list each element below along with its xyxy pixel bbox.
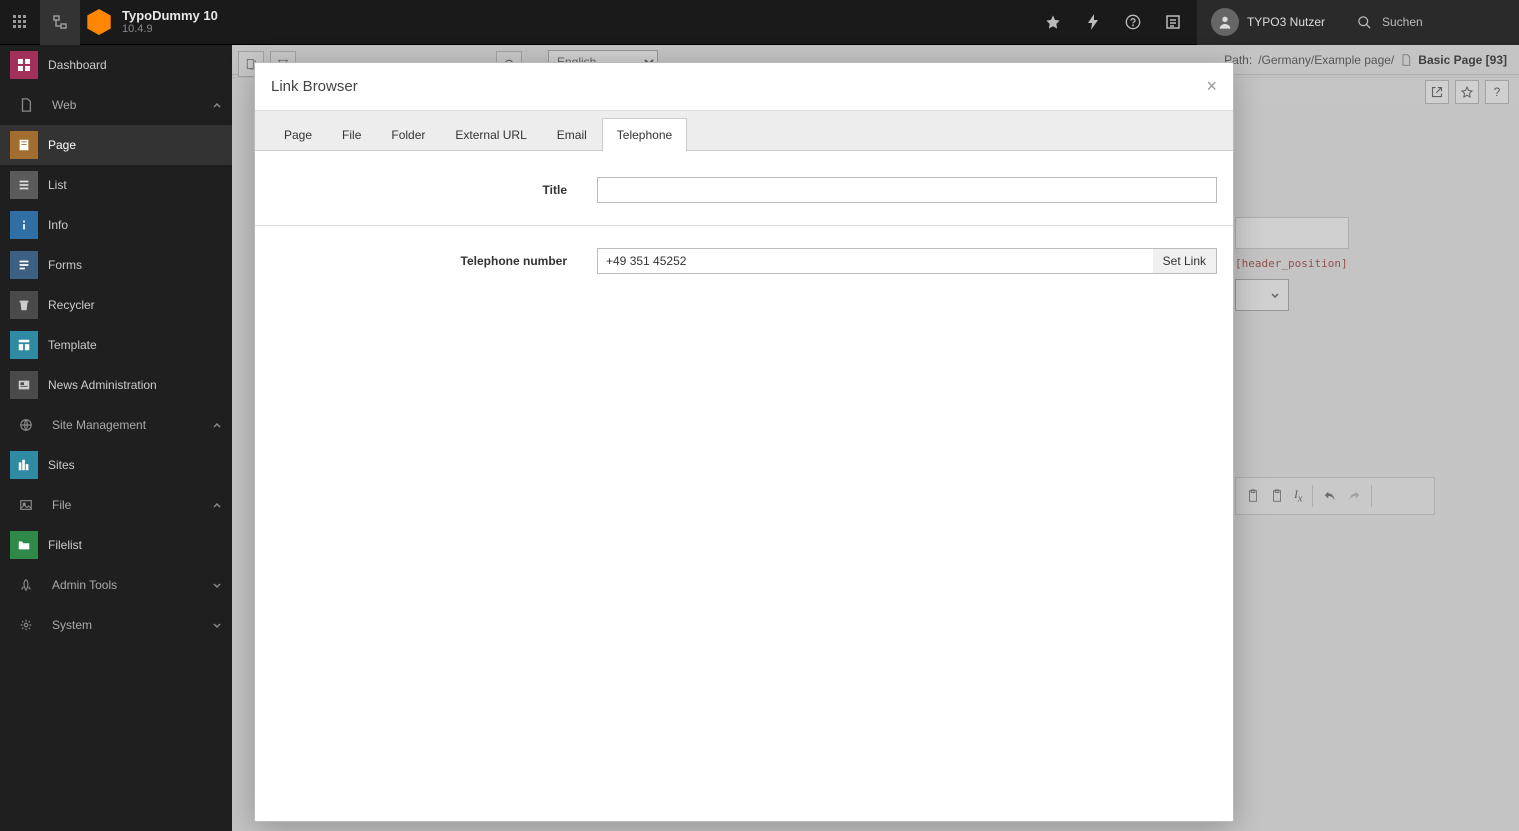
sidebar-item-forms[interactable]: Forms — [0, 245, 232, 285]
bookmarks-button[interactable] — [1033, 0, 1073, 45]
modal-close-button[interactable]: × — [1206, 76, 1217, 97]
sidebar-group-label: File — [52, 498, 71, 512]
logo[interactable]: TypoDummy 10 10.4.9 — [80, 0, 230, 45]
tab-file[interactable]: File — [327, 117, 376, 151]
sidebar-item-label: Forms — [48, 258, 82, 272]
sidebar-group-label: Web — [52, 98, 76, 112]
topbar-right: TYPO3 Nutzer Suchen — [1033, 0, 1519, 44]
sidebar: Dashboard Web Page List Info Forms — [0, 45, 232, 831]
link-browser-modal: Link Browser × Page File Folder External… — [254, 62, 1234, 822]
set-link-button[interactable]: Set Link — [1153, 248, 1217, 274]
sidebar-item-label: Page — [48, 138, 76, 152]
sidebar-group-label: Site Management — [52, 418, 146, 432]
title-input[interactable] — [597, 177, 1217, 203]
app-name: TypoDummy 10 — [122, 8, 218, 24]
sidebar-item-page[interactable]: Page — [0, 125, 232, 165]
tab-page[interactable]: Page — [269, 117, 327, 151]
logo-text: TypoDummy 10 10.4.9 — [122, 8, 218, 37]
person-icon — [1217, 14, 1233, 30]
sidebar-item-label: Filelist — [48, 538, 82, 552]
sidebar-group-site[interactable]: Site Management — [0, 405, 232, 445]
sidebar-item-sites[interactable]: Sites — [0, 445, 232, 485]
telephone-input[interactable] — [597, 248, 1153, 274]
globe-icon — [10, 409, 42, 441]
sidebar-item-dashboard[interactable]: Dashboard — [0, 45, 232, 85]
image-icon — [10, 489, 42, 521]
document-icon — [10, 89, 42, 121]
chevron-up-icon — [212, 500, 222, 510]
sidebar-group-file[interactable]: File — [0, 485, 232, 525]
rocket-icon — [10, 569, 42, 601]
user-menu[interactable]: TYPO3 Nutzer — [1197, 0, 1339, 45]
sidebar-item-label: Info — [48, 218, 68, 232]
sites-icon — [10, 451, 38, 479]
list-box-icon — [1165, 14, 1181, 30]
chevron-down-icon — [212, 580, 222, 590]
pagetree-toggle[interactable] — [40, 0, 80, 45]
modal-header: Link Browser × — [255, 63, 1233, 111]
sidebar-item-label: List — [48, 178, 67, 192]
opendocs-button[interactable] — [1153, 0, 1193, 45]
sidebar-item-recycler[interactable]: Recycler — [0, 285, 232, 325]
search-placeholder: Suchen — [1382, 15, 1423, 29]
gear-icon — [10, 609, 42, 641]
star-icon — [1045, 14, 1061, 30]
sidebar-group-system[interactable]: System — [0, 605, 232, 645]
dashboard-icon — [10, 51, 38, 79]
sidebar-item-label: News Administration — [48, 378, 157, 392]
sidebar-group-web[interactable]: Web — [0, 85, 232, 125]
sidebar-item-label: Template — [48, 338, 97, 352]
app-version: 10.4.9 — [122, 23, 218, 36]
topbar: TypoDummy 10 10.4.9 TYPO3 Nutzer Suchen — [0, 0, 1519, 45]
sidebar-item-template[interactable]: Template — [0, 325, 232, 365]
telephone-label: Telephone number — [271, 254, 597, 268]
forms-icon — [10, 251, 38, 279]
clear-cache-button[interactable] — [1073, 0, 1113, 45]
tab-folder[interactable]: Folder — [376, 117, 440, 151]
trash-icon — [10, 291, 38, 319]
template-icon — [10, 331, 38, 359]
grid-icon — [12, 14, 28, 30]
help-button[interactable] — [1113, 0, 1153, 45]
live-search[interactable]: Suchen — [1339, 0, 1519, 45]
sidebar-group-label: System — [52, 618, 92, 632]
chevron-down-icon — [212, 620, 222, 630]
sidebar-item-label: Dashboard — [48, 58, 107, 72]
help-icon — [1125, 14, 1141, 30]
folder-icon — [10, 531, 38, 559]
chevron-up-icon — [212, 100, 222, 110]
bolt-icon — [1086, 14, 1100, 30]
title-label: Title — [271, 183, 597, 197]
sidebar-group-admin[interactable]: Admin Tools — [0, 565, 232, 605]
info-icon — [10, 211, 38, 239]
avatar — [1211, 8, 1239, 36]
page-icon — [10, 131, 38, 159]
sidebar-item-label: Sites — [48, 458, 75, 472]
sidebar-item-news[interactable]: News Administration — [0, 365, 232, 405]
sidebar-item-info[interactable]: Info — [0, 205, 232, 245]
sidebar-item-list[interactable]: List — [0, 165, 232, 205]
module-menu-toggle[interactable] — [0, 0, 40, 45]
sidebar-item-label: Recycler — [48, 298, 95, 312]
sidebar-item-filelist[interactable]: Filelist — [0, 525, 232, 565]
tab-telephone[interactable]: Telephone — [602, 118, 687, 152]
form-row-title: Title — [255, 165, 1233, 226]
tree-icon — [52, 14, 68, 30]
search-icon — [1357, 15, 1372, 30]
tab-email[interactable]: Email — [542, 117, 602, 151]
sidebar-group-label: Admin Tools — [52, 578, 117, 592]
tab-external-url[interactable]: External URL — [440, 117, 541, 151]
chevron-up-icon — [212, 420, 222, 430]
list-icon — [10, 171, 38, 199]
form-row-telephone: Telephone number Set Link — [255, 226, 1233, 286]
news-icon — [10, 371, 38, 399]
typo3-icon — [86, 9, 112, 35]
modal-tabs: Page File Folder External URL Email Tele… — [255, 111, 1233, 151]
modal-title: Link Browser — [271, 78, 358, 95]
modal-body: Title Telephone number Set Link — [255, 151, 1233, 286]
username: TYPO3 Nutzer — [1247, 15, 1325, 29]
topbar-left: TypoDummy 10 10.4.9 — [0, 0, 230, 44]
